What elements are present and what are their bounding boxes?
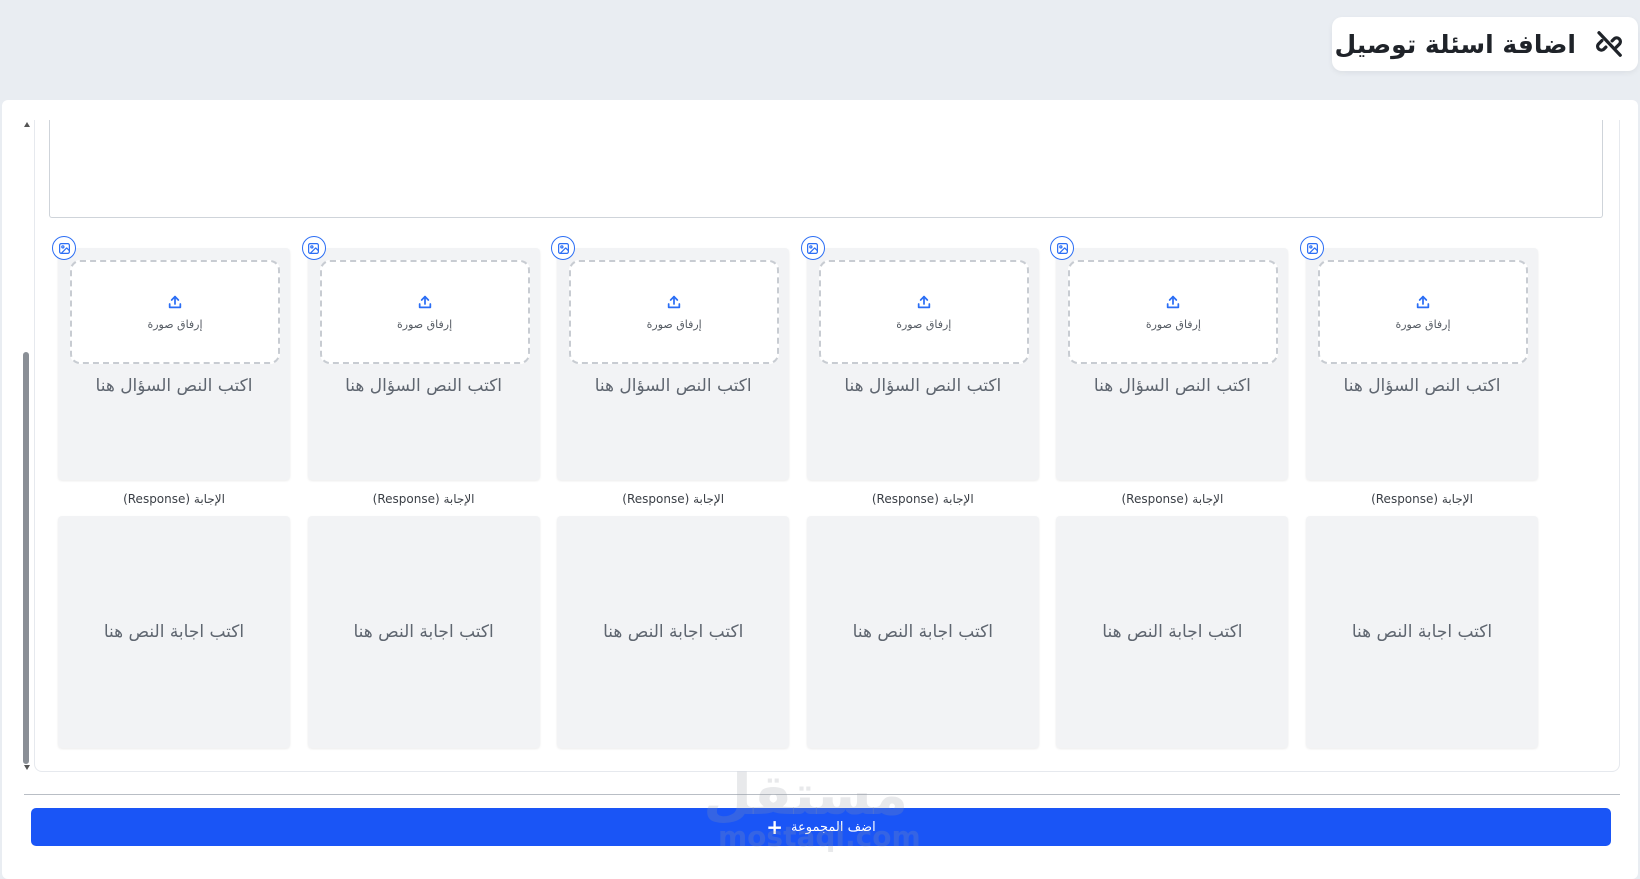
upload-icon	[417, 294, 433, 314]
answer-card[interactable]: اكتب اجابة النص هنا	[1056, 516, 1289, 748]
image-toggle-icon[interactable]	[52, 236, 76, 260]
answer-text-input[interactable]: اكتب اجابة النص هنا	[353, 622, 493, 642]
answer-card[interactable]: اكتب اجابة النص هنا	[1306, 516, 1538, 748]
page-title-card: اضافة اسئلة توصيل	[1332, 17, 1638, 71]
question-text-input[interactable]: اكتب النص السؤال هنا	[308, 376, 540, 396]
upload-image-label: إرفاق صورة	[896, 317, 952, 331]
add-group-button[interactable]: + اضف المجموعة	[31, 808, 1611, 846]
unlink-icon	[1592, 27, 1626, 61]
answer-card[interactable]: اكتب اجابة النص هنا	[557, 516, 790, 748]
question-text-input[interactable]: اكتب النص السؤال هنا	[58, 376, 290, 396]
response-label: (Response) الإجابة	[372, 492, 475, 506]
response-label: (Response) الإجابة	[1121, 492, 1224, 506]
upload-image-dropzone[interactable]: إرفاق صورة	[569, 260, 780, 364]
vertical-scrollbar[interactable]	[22, 120, 32, 770]
upload-image-label: إرفاق صورة	[1395, 317, 1451, 331]
question-card[interactable]: إرفاق صورة اكتب النص السؤال هنا	[1056, 248, 1289, 480]
upload-icon	[167, 294, 183, 314]
answer-text-input[interactable]: اكتب اجابة النص هنا	[853, 622, 993, 642]
question-text-input[interactable]: اكتب النص السؤال هنا	[1056, 376, 1288, 396]
answer-text-input[interactable]: اكتب اجابة النص هنا	[603, 622, 743, 642]
pair-column: إرفاق صورة اكتب النص السؤال هنا (Response)…	[301, 236, 542, 856]
image-toggle-icon[interactable]	[1300, 236, 1324, 260]
upload-image-label: إرفاق صورة	[147, 317, 203, 331]
question-text-input[interactable]: اكتب النص السؤال هنا	[557, 376, 789, 396]
upload-image-dropzone[interactable]: إرفاق صورة	[70, 260, 280, 364]
response-label: (Response) الإجابة	[1371, 492, 1473, 506]
response-label: (Response) الإجابة	[622, 492, 725, 506]
page-title: اضافة اسئلة توصيل	[1334, 29, 1576, 59]
pair-column: إرفاق صورة اكتب النص السؤال هنا (Response)…	[1050, 236, 1290, 856]
answer-card[interactable]: اكتب اجابة النص هنا	[58, 516, 290, 748]
pair-column: إرفاق صورة اكتب النص السؤال هنا (Response)…	[1300, 236, 1540, 856]
image-toggle-icon[interactable]	[301, 236, 326, 260]
response-label: (Response) الإجابة	[871, 492, 974, 506]
image-toggle-icon[interactable]	[551, 236, 576, 260]
add-group-label: اضف المجموعة	[791, 819, 876, 835]
upload-image-label: إرفاق صورة	[397, 317, 453, 331]
scroll-up-arrow[interactable]	[24, 122, 30, 127]
scroll-down-arrow[interactable]	[24, 765, 30, 770]
group-description-textarea[interactable]	[49, 120, 1603, 218]
upload-image-dropzone[interactable]: إرفاق صورة	[319, 260, 530, 364]
scroll-thumb[interactable]	[23, 352, 29, 764]
upload-icon	[666, 294, 682, 314]
question-text-input[interactable]: اكتب النص السؤال هنا	[1306, 376, 1538, 396]
question-card[interactable]: إرفاق صورة اكتب النص السؤال هنا	[58, 248, 290, 480]
upload-image-label: إرفاق صورة	[1145, 317, 1201, 331]
upload-icon	[1165, 294, 1181, 314]
answer-text-input[interactable]: اكتب اجابة النص هنا	[1102, 622, 1242, 642]
main-panel: إرفاق صورة اكتب النص السؤال هنا (Response)…	[2, 100, 1638, 879]
question-card[interactable]: إرفاق صورة اكتب النص السؤال هنا	[557, 248, 790, 480]
question-text-input[interactable]: اكتب النص السؤال هنا	[807, 376, 1039, 396]
pair-column: إرفاق صورة اكتب النص السؤال هنا (Response)…	[52, 236, 292, 856]
answer-card[interactable]: اكتب اجابة النص هنا	[806, 516, 1039, 748]
pair-column: إرفاق صورة اكتب النص السؤال هنا (Response)…	[800, 236, 1041, 856]
upload-image-dropzone[interactable]: إرفاق صورة	[1318, 260, 1528, 364]
upload-image-label: إرفاق صورة	[646, 317, 702, 331]
divider	[24, 794, 1620, 795]
upload-icon	[916, 294, 932, 314]
upload-image-dropzone[interactable]: إرفاق صورة	[1068, 260, 1279, 364]
answer-text-input[interactable]: اكتب اجابة النص هنا	[1352, 622, 1492, 642]
answer-card[interactable]: اكتب اجابة النص هنا	[307, 516, 540, 748]
pair-column: إرفاق صورة اكتب النص السؤال هنا (Response)…	[551, 236, 791, 856]
plus-icon: +	[766, 815, 784, 839]
pairs-grid: إرفاق صورة اكتب النص السؤال هنا (Response)…	[52, 236, 1600, 856]
response-label: (Response) الإجابة	[123, 492, 225, 506]
question-card[interactable]: إرفاق صورة اكتب النص السؤال هنا	[806, 248, 1039, 480]
image-toggle-icon[interactable]	[800, 236, 825, 260]
upload-image-dropzone[interactable]: إرفاق صورة	[818, 260, 1029, 364]
question-card[interactable]: إرفاق صورة اكتب النص السؤال هنا	[307, 248, 540, 480]
upload-icon	[1415, 294, 1431, 314]
answer-text-input[interactable]: اكتب اجابة النص هنا	[104, 622, 244, 642]
question-card[interactable]: إرفاق صورة اكتب النص السؤال هنا	[1306, 248, 1538, 480]
